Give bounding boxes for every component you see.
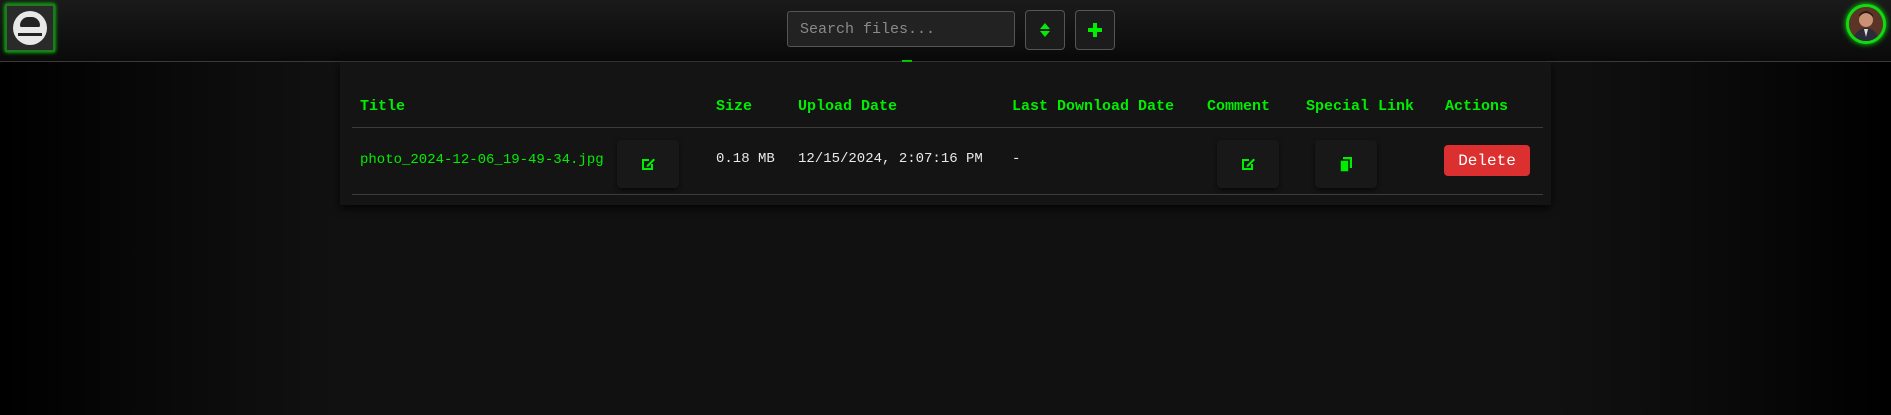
column-header-special-link: Special Link [1306, 98, 1415, 115]
column-header-upload-date[interactable]: Upload Date [798, 98, 897, 115]
header-divider [352, 127, 1543, 128]
column-header-last-download-date[interactable]: Last Download Date [1012, 98, 1174, 115]
rename-button[interactable] [617, 140, 679, 188]
edit-icon [642, 158, 655, 170]
copy-special-link-button[interactable] [1315, 140, 1377, 188]
user-avatar[interactable] [1846, 4, 1886, 44]
edit-comment-button[interactable] [1217, 140, 1279, 188]
main-content: Title Size Upload Date Last Download Dat… [338, 62, 1553, 415]
column-header-actions: Actions [1445, 98, 1509, 115]
app-page: Title Size Upload Date Last Download Dat… [0, 0, 1891, 415]
files-table: Title Size Upload Date Last Download Dat… [340, 62, 1551, 205]
column-header-size[interactable]: Size [716, 98, 752, 115]
file-title-link[interactable]: photo_2024-12-06_19-49-34.jpg [360, 152, 604, 168]
sort-icon [1040, 23, 1050, 37]
sort-button[interactable] [1025, 10, 1065, 50]
row-divider [352, 194, 1543, 195]
logo[interactable] [5, 4, 55, 52]
file-size: 0.18 MB [716, 151, 775, 167]
column-header-comment: Comment [1207, 98, 1271, 115]
edit-icon [1242, 158, 1255, 170]
user-portrait-icon [1849, 7, 1883, 41]
cloud-logo-icon [13, 11, 47, 45]
copy-icon [1339, 156, 1352, 173]
add-file-button[interactable] [1075, 10, 1115, 50]
delete-button[interactable]: Delete [1444, 145, 1530, 176]
upload-date: 12/15/2024, 2:07:16 PM [798, 151, 983, 167]
top-bar [0, 0, 1891, 62]
plus-icon [1088, 23, 1102, 37]
search-input[interactable] [787, 11, 1015, 47]
last-download-date: - [1012, 151, 1021, 167]
column-header-title[interactable]: Title [360, 98, 405, 115]
